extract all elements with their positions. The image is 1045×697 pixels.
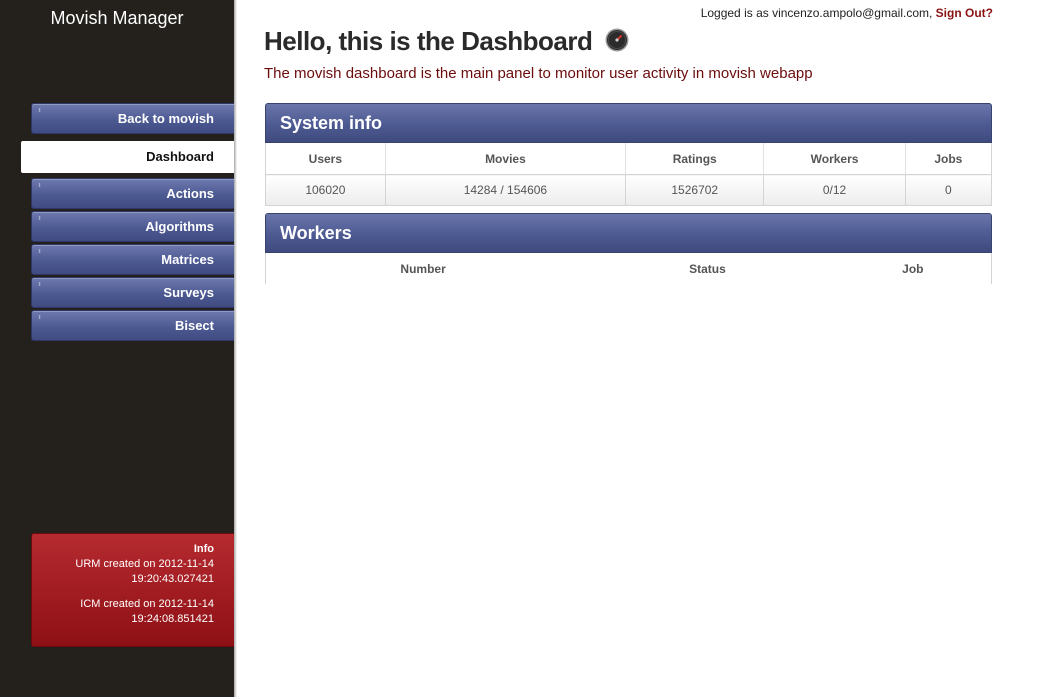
- column-header-workers: Workers: [763, 143, 906, 175]
- workers-header: Workers: [265, 213, 992, 253]
- icm-created-time: 19:24:08.851421: [131, 613, 214, 625]
- column-header-number: Number: [265, 253, 581, 284]
- column-header-job: Job: [834, 253, 992, 284]
- column-header-jobs: Jobs: [904, 143, 993, 175]
- gauge-icon: [605, 28, 629, 52]
- grip-icon: ⠃: [38, 217, 44, 224]
- urm-created-time: 19:20:43.027421: [131, 573, 214, 585]
- sidebar-item-dashboard[interactable]: Dashboard: [21, 141, 234, 173]
- sidebar-item-label: Algorithms: [145, 219, 214, 234]
- icm-created-date: ICM created on 2012-11-14: [80, 598, 214, 610]
- workers-panel: Workers Number Status Job: [265, 213, 992, 284]
- column-header-movies: Movies: [384, 143, 626, 175]
- table-row: 106020 14284 / 154606 1526702 0/12 0: [265, 174, 993, 206]
- info-box: Info URM created on 2012-11-14 19:20:43.…: [31, 533, 234, 647]
- page-title: Hello, this is the Dashboard: [264, 26, 629, 57]
- movies-value: 14284 / 154606: [384, 174, 627, 206]
- page-title-text: Hello, this is the Dashboard: [264, 26, 593, 56]
- sidebar-item-bisect[interactable]: ⠃ Bisect: [31, 310, 234, 341]
- ratings-value: 1526702: [625, 174, 765, 206]
- grip-icon: ⠃: [38, 109, 44, 116]
- sidebar-item-algorithms[interactable]: ⠃ Algorithms: [31, 211, 234, 242]
- workers-value: 0/12: [763, 174, 906, 206]
- column-header-users: Users: [265, 143, 386, 175]
- login-text: Logged is as vincenzo.ampolo@gmail.com,: [700, 6, 933, 20]
- column-header-ratings: Ratings: [625, 143, 764, 175]
- urm-created-date: URM created on 2012-11-14: [75, 558, 214, 570]
- sidebar-item-label: Matrices: [161, 252, 214, 267]
- sidebar-item-label: Back to movish: [117, 111, 214, 126]
- app-title: Movish Manager: [50, 8, 184, 28]
- system-info-panel: System info Users Movies Ratings Workers…: [265, 103, 993, 206]
- sidebar-item-label: Bisect: [174, 318, 214, 333]
- sidebar-item-label: Dashboard: [146, 149, 214, 164]
- page-subtitle: The movish dashboard is the main panel t…: [264, 65, 813, 82]
- sidebar-item-label: Surveys: [163, 285, 214, 300]
- sidebar-item-matrices[interactable]: ⠃ Matrices: [31, 244, 234, 275]
- grip-icon: ⠃: [38, 316, 44, 323]
- sidebar-item-surveys[interactable]: ⠃ Surveys: [31, 277, 234, 308]
- users-value: 106020: [265, 174, 386, 206]
- column-header-status: Status: [689, 261, 726, 276]
- system-info-header: System info: [265, 103, 992, 143]
- sidebar-item-back-to-movish[interactable]: ⠃ Back to movish: [31, 103, 234, 134]
- info-title: Info: [193, 543, 214, 555]
- jobs-value: 0: [904, 174, 993, 206]
- sidebar-item-actions[interactable]: ⠃ Actions: [31, 178, 234, 209]
- grip-icon: ⠃: [38, 283, 44, 290]
- sidebar: Movish Manager ⠃ Back to movish Dashboar…: [0, 0, 237, 697]
- sidebar-item-label: Actions: [166, 186, 214, 201]
- grip-icon: ⠃: [38, 184, 44, 191]
- workers-table: Number Status Job: [265, 253, 992, 284]
- grip-icon: ⠃: [38, 250, 44, 257]
- sign-out-link[interactable]: Sign Out?: [936, 6, 993, 20]
- login-status: Logged is as vincenzo.ampolo@gmail.com, …: [701, 6, 993, 20]
- system-info-table: Users Movies Ratings Workers Jobs 106020…: [265, 143, 993, 206]
